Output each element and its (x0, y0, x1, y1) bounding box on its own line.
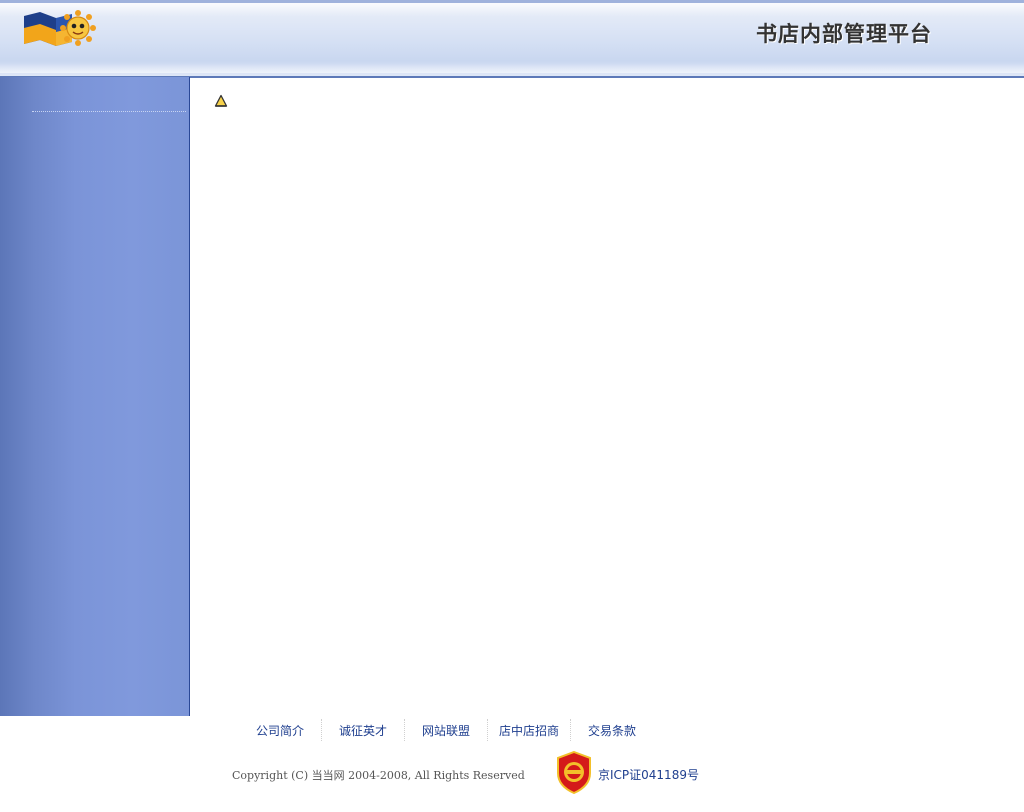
book-sun-logo-icon (24, 10, 96, 46)
footer-separator (404, 719, 405, 741)
footer-separator (487, 719, 488, 741)
sidebar (0, 77, 190, 716)
footer-links: 公司简介 诚征英才 网站联盟 店中店招商 交易条款 (0, 716, 1024, 744)
bell-icon (214, 94, 228, 107)
footer-separator (321, 719, 322, 741)
footer-link-affiliate[interactable]: 网站联盟 (422, 722, 470, 739)
footer-link-careers[interactable]: 诚征英才 (339, 722, 387, 739)
footer-link-about[interactable]: 公司简介 (256, 722, 304, 739)
copyright-text: Copyright (C) 当当网 2004-2008, All Rights … (232, 769, 525, 782)
footer-separator (570, 719, 571, 741)
header-banner: 书店内部管理平台 (0, 0, 1024, 78)
footer-link-merchants[interactable]: 店中店招商 (499, 722, 559, 739)
page-title: 书店内部管理平台 (756, 22, 932, 46)
police-badge-icon[interactable] (555, 751, 593, 794)
sidebar-divider (32, 111, 186, 112)
icp-license-link[interactable]: 京ICP证041189号 (598, 766, 699, 783)
footer-link-terms[interactable]: 交易条款 (588, 722, 636, 739)
main-content (190, 78, 1024, 716)
